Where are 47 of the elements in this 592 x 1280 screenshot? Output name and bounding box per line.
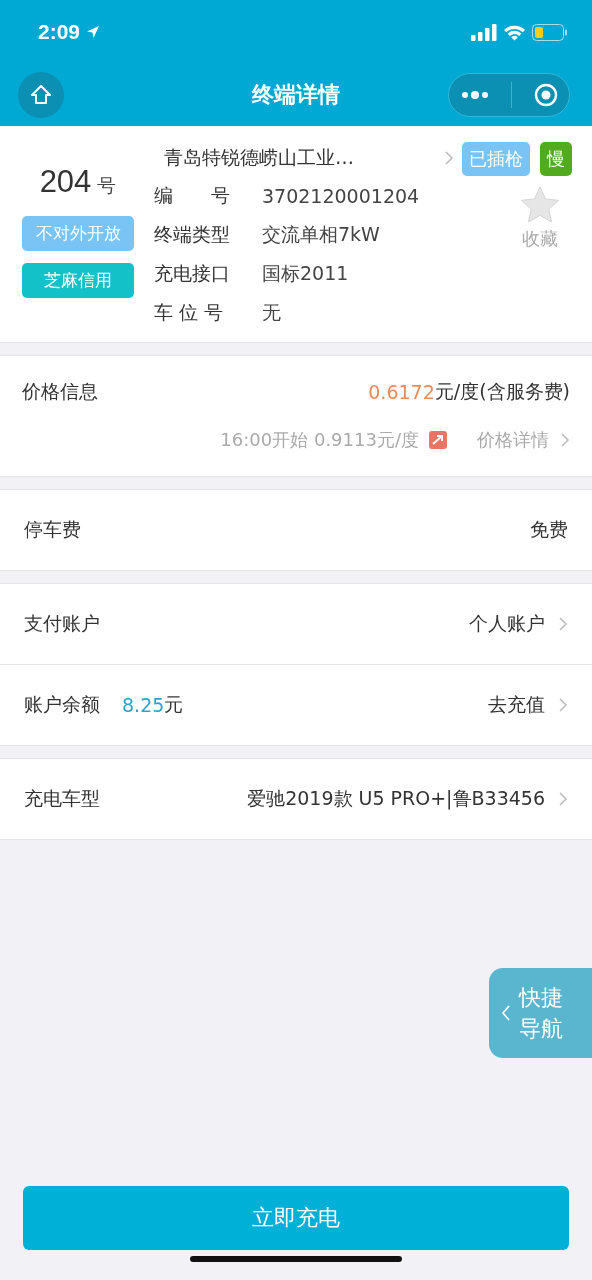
more-icon[interactable] [459, 90, 490, 100]
station-name: 青岛特锐德崂山工业… [164, 145, 354, 170]
row-value: 爱驰2019款 U5 PRO+|鲁B33456 [247, 786, 545, 812]
row-label: 支付账户 [24, 611, 100, 636]
field-value: 国标2011 [262, 260, 349, 286]
home-icon [29, 83, 53, 107]
balance-unit: 元 [164, 692, 184, 717]
station-link[interactable]: 青岛特锐德崂山工业… [154, 142, 454, 176]
status-tag: 不对外开放 [22, 216, 134, 251]
price-value: 0.6172 [368, 381, 435, 403]
chevron-icon [559, 617, 568, 631]
chevron-icon [501, 1004, 511, 1022]
row-label: 充电车型 [24, 786, 100, 811]
price-unit: 元/度(含服务费) [434, 379, 570, 404]
chevron-icon [561, 433, 570, 447]
location-arrow-icon [86, 25, 101, 39]
status-tag: 慢 [540, 142, 572, 176]
number-unit: 号 [97, 173, 117, 198]
chevron-icon [559, 792, 568, 806]
price-rise-icon [429, 431, 447, 449]
chevron-icon [559, 698, 568, 712]
row-value: 去充值 [488, 692, 545, 717]
terminal-number: 204 [39, 164, 92, 200]
home-button[interactable] [18, 72, 64, 118]
page-title: 终端详情 [250, 81, 341, 109]
row-value: 个人账户 [469, 611, 545, 636]
wifi-icon [503, 23, 526, 41]
battery-icon [532, 23, 568, 41]
field-value: 交流单相7kW [262, 221, 380, 247]
row-value: 免费 [530, 517, 568, 542]
price-label: 价格信息 [22, 379, 98, 404]
next-price-text: 16:00开始 0.9113元/度 [220, 428, 419, 452]
status-time: 2:09 [38, 20, 81, 44]
balance-amount: 8.25 [122, 694, 165, 716]
close-target-icon[interactable] [534, 83, 559, 107]
row-label: 账户余额 [24, 692, 100, 717]
signal-icon [471, 23, 497, 41]
status-tag: 已插枪 [462, 142, 530, 176]
status-tag: 芝麻信用 [22, 263, 134, 298]
field-label: 充电接口 [154, 260, 231, 286]
field-label: 编 号 [154, 182, 231, 208]
field-value: 3702120001204 [262, 184, 420, 207]
field-label: 车 位 号 [154, 299, 225, 325]
row-label: 停车费 [24, 517, 81, 542]
chevron-icon [445, 151, 454, 165]
field-label: 终端类型 [154, 221, 231, 247]
field-value: 无 [262, 299, 281, 325]
